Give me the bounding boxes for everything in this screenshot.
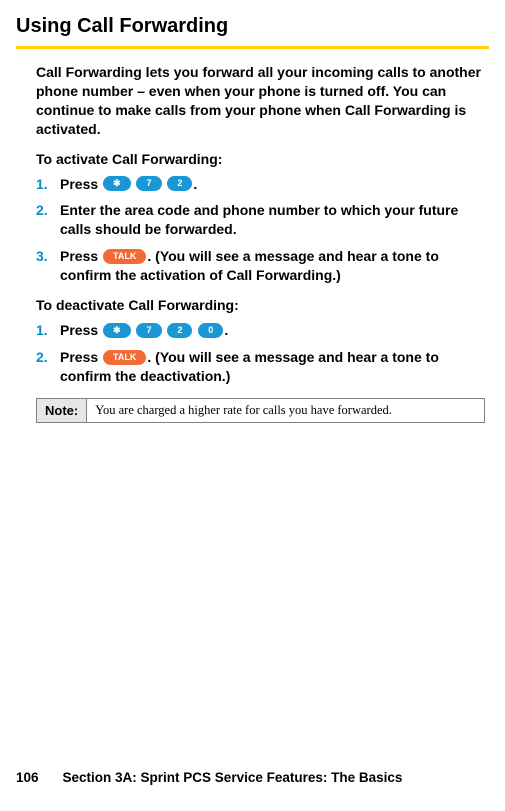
intro-paragraph: Call Forwarding lets you forward all you… [36, 63, 485, 139]
two-key-icon: 2 [167, 323, 192, 338]
note-label: Note: [37, 399, 87, 422]
note-box: Note: You are charged a higher rate for … [36, 398, 485, 423]
zero-key-icon: 0 [198, 323, 223, 338]
page-number: 106 [16, 770, 39, 785]
note-text: You are charged a higher rate for calls … [87, 399, 484, 422]
step-pre: Press [60, 248, 102, 264]
activate-step-1: 1. Press ✱ 7 2. [36, 175, 485, 194]
two-key-icon: 2 [167, 176, 192, 191]
step-number: 3. [36, 247, 60, 285]
step-number: 1. [36, 321, 60, 340]
deactivate-step-1: 1. Press ✱ 7 2 0. [36, 321, 485, 340]
talk-key-icon: TALK [103, 350, 146, 365]
step-number: 2. [36, 201, 60, 239]
page-footer: 106 Section 3A: Sprint PCS Service Featur… [16, 770, 402, 785]
step-post: . [193, 176, 197, 192]
page-title: Using Call Forwarding [16, 15, 489, 38]
talk-key-icon: TALK [103, 249, 146, 264]
step-number: 1. [36, 175, 60, 194]
step-number: 2. [36, 348, 60, 386]
activate-heading: To activate Call Forwarding: [36, 151, 485, 167]
activate-step-3: 3. Press TALK. (You will see a message a… [36, 247, 485, 285]
star-key-icon: ✱ [103, 323, 131, 338]
deactivate-heading: To deactivate Call Forwarding: [36, 297, 485, 313]
deactivate-steps: 1. Press ✱ 7 2 0. 2. Press TALK. (You wi… [36, 321, 485, 386]
seven-key-icon: 7 [136, 323, 161, 338]
step-body: Press ✱ 7 2. [60, 175, 485, 194]
step-body: Press TALK. (You will see a message and … [60, 348, 485, 386]
star-key-icon: ✱ [103, 176, 131, 191]
step-body: Press TALK. (You will see a message and … [60, 247, 485, 285]
deactivate-step-2: 2. Press TALK. (You will see a message a… [36, 348, 485, 386]
seven-key-icon: 7 [136, 176, 161, 191]
step-body: Enter the area code and phone number to … [60, 201, 485, 239]
step-pre: Press [60, 176, 102, 192]
content-area: Call Forwarding lets you forward all you… [16, 63, 489, 423]
step-pre: Press [60, 322, 102, 338]
section-label: Section 3A: Sprint PCS Service Features:… [63, 770, 403, 785]
step-post: . [224, 322, 228, 338]
activate-step-2: 2. Enter the area code and phone number … [36, 201, 485, 239]
title-underline [16, 46, 489, 49]
step-body: Press ✱ 7 2 0. [60, 321, 485, 340]
activate-steps: 1. Press ✱ 7 2. 2. Enter the area code a… [36, 175, 485, 285]
step-pre: Press [60, 349, 102, 365]
